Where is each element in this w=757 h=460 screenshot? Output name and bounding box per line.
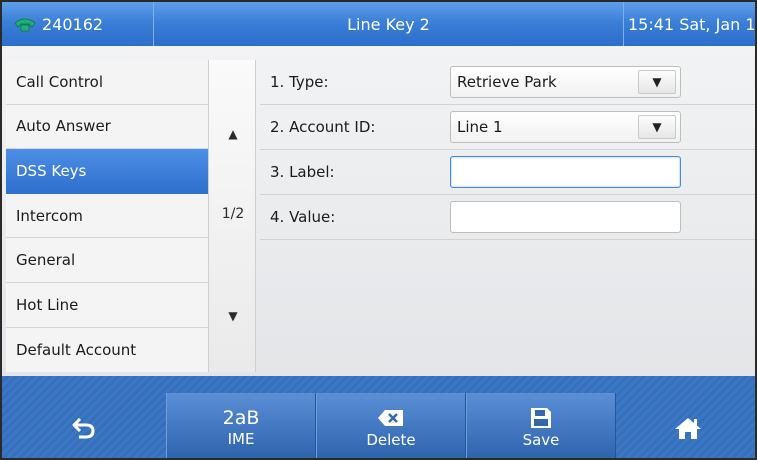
floppy-disk-icon [530, 406, 552, 430]
menu-item-call-control[interactable]: Call Control [6, 60, 208, 105]
menu-item-hot-line[interactable]: Hot Line [6, 282, 208, 328]
account-id-dropdown-button[interactable]: ▼ [638, 115, 676, 139]
field-label: 4. Value: [270, 208, 336, 226]
menu-item-general[interactable]: General [6, 238, 208, 283]
menu-item-label: Default Account [16, 340, 137, 359]
menu-item-label: DSS Keys [16, 161, 87, 180]
menu-item-label: Hot Line [16, 295, 79, 314]
back-arrow-icon [71, 416, 97, 440]
account-number: 240162 [42, 14, 104, 34]
form-row-value: 4. Value: [260, 195, 755, 240]
backspace-icon [377, 406, 405, 430]
field-label: 2. Account ID: [270, 118, 376, 136]
phone-handset-icon [14, 17, 36, 32]
type-select[interactable]: Retrieve Park ▼ [450, 66, 681, 98]
clock: 15:41 Sat, Jan 14 [628, 14, 757, 34]
page-down-button[interactable]: ▼ [209, 304, 257, 328]
ime-label: IME [227, 429, 255, 448]
home-icon [674, 416, 702, 440]
menu-item-label: Auto Answer [16, 117, 111, 136]
content-area: Call Control Auto Answer DSS Keys Interc… [2, 46, 755, 376]
triangle-down-icon: ▼ [652, 120, 662, 134]
account-indicator[interactable]: 240162 [2, 2, 154, 46]
save-label: Save [522, 430, 560, 449]
triangle-up-icon: ▲ [228, 127, 238, 141]
home-button[interactable] [616, 393, 755, 458]
triangle-down-icon: ▼ [652, 75, 662, 89]
ime-mode: 2aB [222, 406, 260, 429]
menu-item-dss-keys[interactable]: DSS Keys [6, 149, 208, 194]
form-row-type: 1. Type: Retrieve Park ▼ [260, 60, 755, 105]
field-label: 1. Type: [270, 73, 329, 91]
delete-button[interactable]: Delete [316, 393, 466, 458]
type-dropdown-button[interactable]: ▼ [638, 70, 676, 94]
select-value: Line 1 [457, 118, 503, 136]
save-button[interactable]: Save [466, 393, 616, 458]
menu-pager: ▲ 1/2 ▼ [208, 60, 256, 372]
ime-button[interactable]: 2aB IME [166, 393, 316, 458]
softkey-bar: 2aB IME Delete Save [2, 376, 755, 458]
page-up-button[interactable]: ▲ [209, 122, 257, 146]
menu-item-label: General [16, 251, 76, 270]
menu-item-label: Intercom [16, 206, 83, 225]
menu-item-default-account[interactable]: Default Account [6, 327, 208, 373]
delete-label: Delete [366, 430, 416, 449]
status-bar: 240162 Line Key 2 15:41 Sat, Jan 14 [2, 2, 757, 46]
triangle-down-icon: ▼ [228, 309, 238, 323]
back-button[interactable] [2, 393, 166, 458]
phone-screen: 240162 Line Key 2 15:41 Sat, Jan 14 Call… [0, 0, 757, 460]
menu-list: Call Control Auto Answer DSS Keys Interc… [6, 60, 208, 373]
menu-item-intercom[interactable]: Intercom [6, 193, 208, 239]
settings-menu: Call Control Auto Answer DSS Keys Interc… [6, 60, 256, 373]
line-key-form: 1. Type: Retrieve Park ▼ 2. Account ID: … [260, 60, 755, 242]
page-count: 1/2 [221, 206, 245, 222]
page-title: Line Key 2 [154, 2, 624, 46]
field-label: 3. Label: [270, 163, 335, 181]
account-id-select[interactable]: Line 1 ▼ [450, 111, 681, 143]
value-input[interactable] [450, 201, 681, 233]
form-row-account-id: 2. Account ID: Line 1 ▼ [260, 105, 755, 150]
menu-item-auto-answer[interactable]: Auto Answer [6, 104, 208, 150]
label-input[interactable] [450, 156, 681, 188]
select-value: Retrieve Park [457, 73, 557, 91]
form-row-label: 3. Label: [260, 150, 755, 195]
menu-item-label: Call Control [16, 72, 103, 91]
